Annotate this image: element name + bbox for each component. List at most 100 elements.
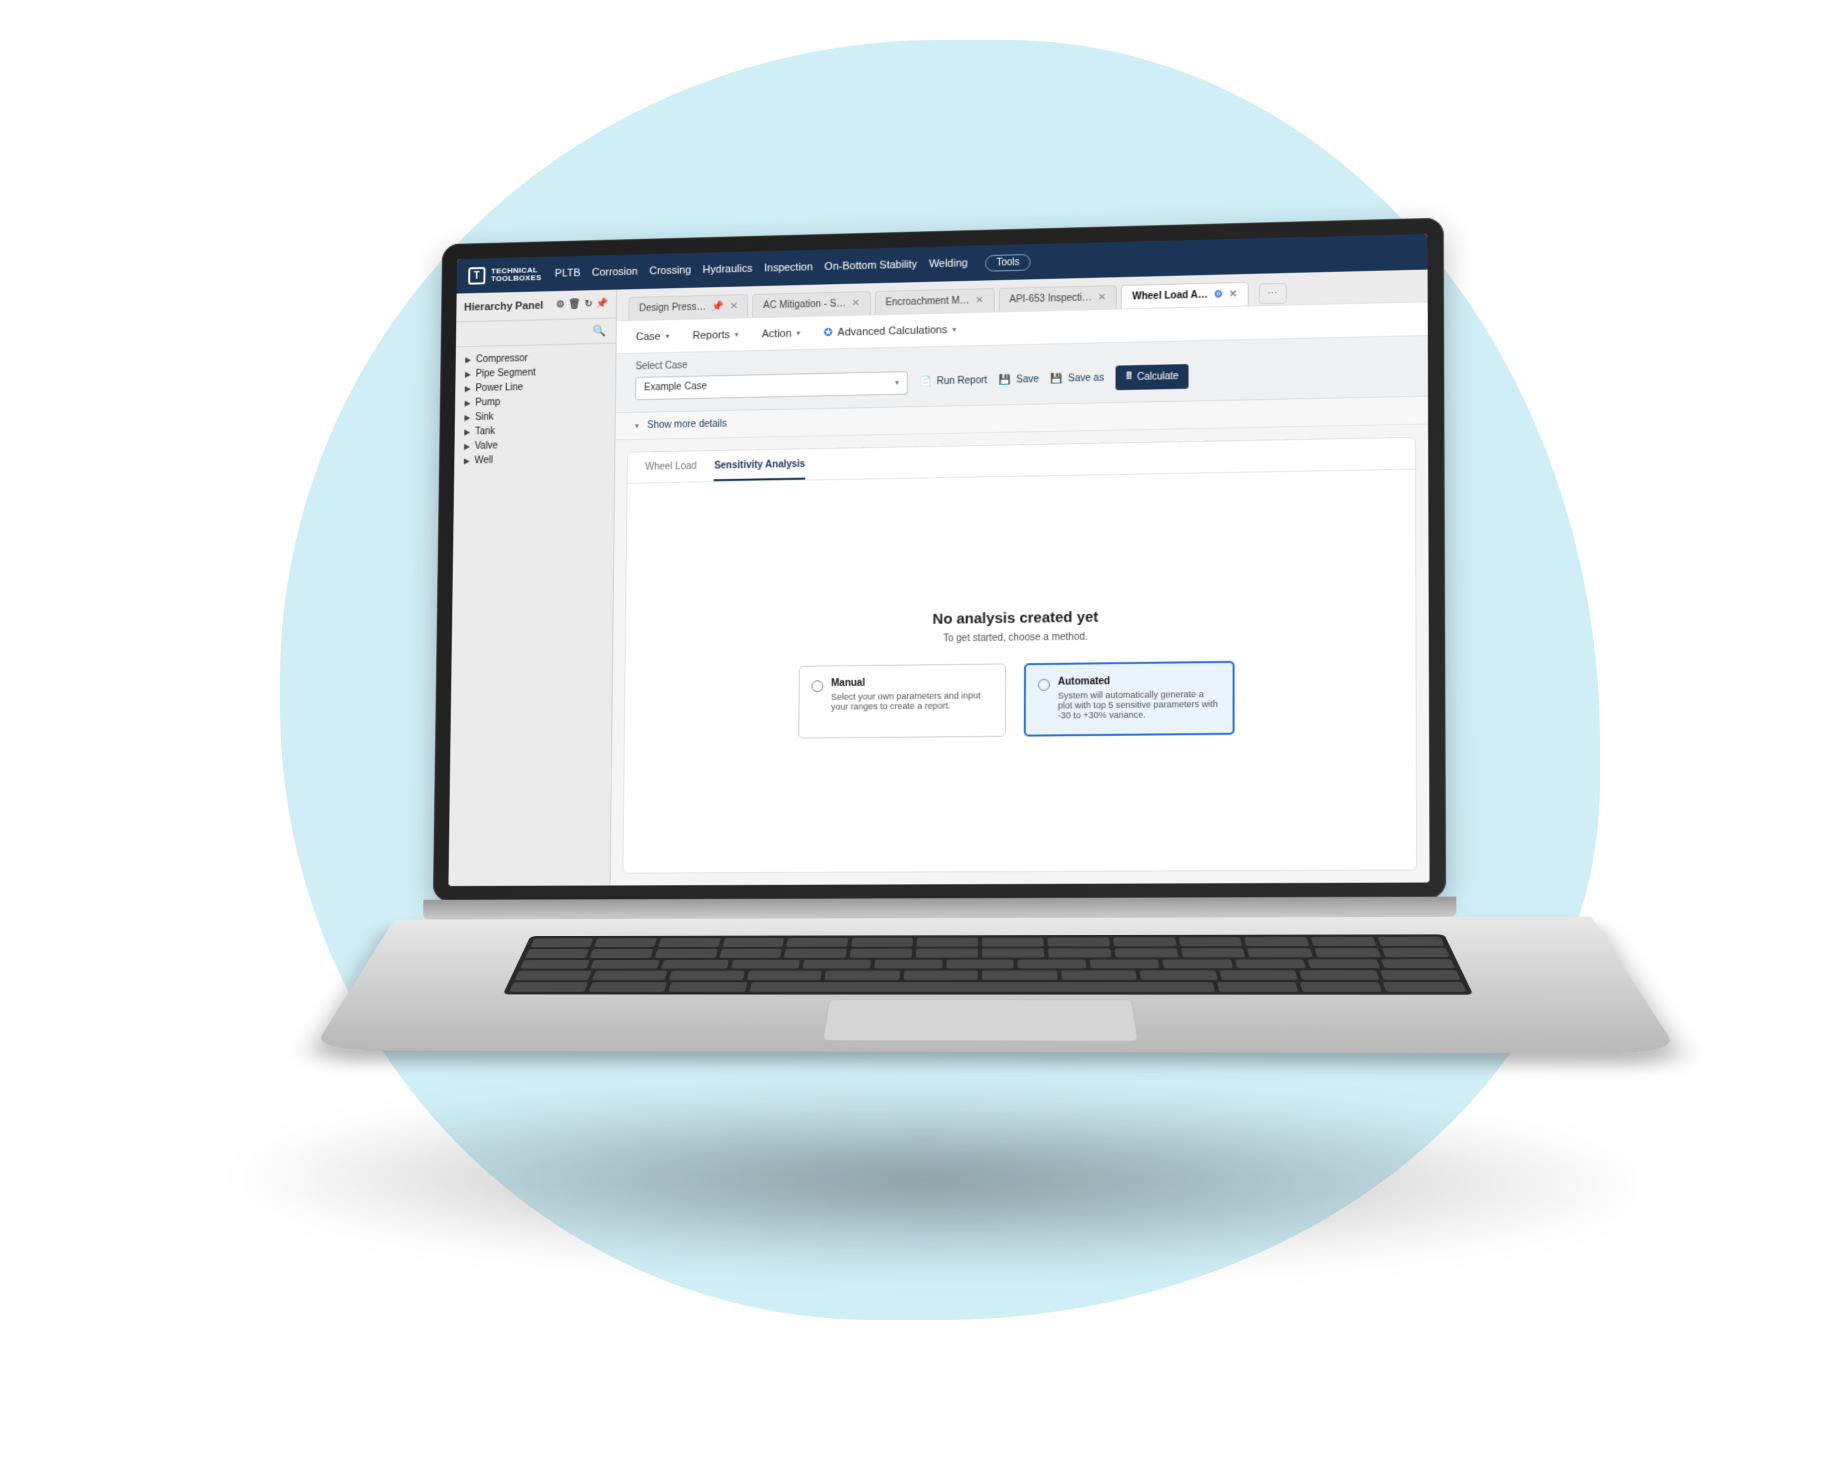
tree-label: Well bbox=[474, 455, 493, 466]
method-title: Manual bbox=[831, 676, 993, 689]
brand-line2: TOOLBOXES bbox=[491, 274, 541, 283]
chevron-down-icon: ▾ bbox=[735, 330, 739, 339]
method-text: Automated System will automatically gene… bbox=[1058, 675, 1221, 720]
tree-label: Compressor bbox=[476, 353, 528, 365]
save-as-button[interactable]: 💾Save as bbox=[1051, 373, 1104, 385]
search-icon[interactable]: 🔍 bbox=[593, 325, 606, 338]
laptop-trackpad bbox=[823, 999, 1139, 1041]
tab-sensitivity-analysis[interactable]: Sensitivity Analysis bbox=[714, 459, 805, 481]
trash-icon[interactable]: 🗑 bbox=[568, 299, 580, 310]
laptop-screen-frame: T TECHNICAL TOOLBOXES PLTB Corrosion Cro… bbox=[433, 218, 1446, 902]
tree-label: Pipe Segment bbox=[476, 368, 536, 380]
caret-right-icon: ▶ bbox=[465, 370, 471, 379]
close-icon[interactable]: ✕ bbox=[730, 301, 738, 312]
menu-reports[interactable]: Reports ▾ bbox=[692, 329, 738, 342]
nav-stability[interactable]: On-Bottom Stability bbox=[824, 259, 917, 273]
chevron-down-icon: ▾ bbox=[895, 378, 899, 387]
radio-icon bbox=[811, 680, 823, 692]
tab-wheel-load-inner[interactable]: Wheel Load bbox=[645, 461, 697, 482]
nav-welding[interactable]: Welding bbox=[929, 258, 968, 271]
method-text: Manual Select your own parameters and in… bbox=[831, 676, 993, 723]
sidebar-title: Hierarchy Panel bbox=[464, 300, 543, 313]
star-icon: ✪ bbox=[824, 326, 833, 339]
caret-right-icon: ▶ bbox=[464, 442, 470, 451]
method-automated-card[interactable]: Automated System will automatically gene… bbox=[1024, 661, 1235, 737]
run-report-button[interactable]: 📄 Run Report bbox=[920, 375, 988, 387]
nav-inspection[interactable]: Inspection bbox=[764, 261, 813, 274]
app-screen: T TECHNICAL TOOLBOXES PLTB Corrosion Cro… bbox=[448, 234, 1429, 886]
calculate-button[interactable]: 🖩 Calculate bbox=[1116, 364, 1189, 390]
method-title: Automated bbox=[1058, 675, 1221, 688]
chevron-down-icon: ▾ bbox=[635, 421, 639, 430]
nav-pltb[interactable]: PLTB bbox=[555, 267, 581, 279]
tab-ac-mitigation[interactable]: AC Mitigation - S… ✕ bbox=[752, 291, 870, 317]
laptop-shadow bbox=[217, 1088, 1666, 1279]
caret-right-icon: ▶ bbox=[465, 399, 471, 408]
app-body: Hierarchy Panel ⚙ 🗑 ↻ 📌 🔍 ▶ Compressor bbox=[448, 270, 1429, 887]
chevron-down-icon: ▾ bbox=[665, 332, 669, 341]
hierarchy-sidebar: Hierarchy Panel ⚙ 🗑 ↻ 📌 🔍 ▶ Compressor bbox=[448, 290, 617, 886]
tab-label: API-653 Inspecti… bbox=[1009, 293, 1092, 306]
menu-label: Case bbox=[636, 331, 661, 343]
primary-nav: PLTB Corrosion Crossing Hydraulics Inspe… bbox=[555, 258, 968, 280]
analysis-panel: Wheel Load Sensitivity Analysis No analy… bbox=[622, 437, 1417, 874]
menu-action[interactable]: Action▾ bbox=[762, 327, 801, 340]
tab-label: Design Press… bbox=[639, 302, 706, 314]
method-manual-card[interactable]: Manual Select your own parameters and in… bbox=[798, 663, 1006, 738]
tree-item-well[interactable]: ▶ Well bbox=[458, 451, 611, 468]
method-choice-row: Manual Select your own parameters and in… bbox=[798, 661, 1234, 739]
calculator-icon: 🖩 bbox=[1126, 369, 1132, 386]
caret-right-icon: ▶ bbox=[465, 356, 471, 365]
main-panel: Design Press…📌✕ AC Mitigation - S… ✕ Encr… bbox=[611, 270, 1430, 886]
tab-encroachment[interactable]: Encroachment M… ✕ bbox=[875, 288, 995, 314]
menu-advanced-calc[interactable]: ✪Advanced Calculations▾ bbox=[824, 323, 957, 339]
toggle-label: Show more details bbox=[647, 419, 727, 431]
gear-icon[interactable]: ⚙ bbox=[556, 300, 565, 311]
case-select-value: Example Case bbox=[644, 381, 707, 393]
laptop-hinge bbox=[423, 897, 1456, 920]
btn-label: Save as bbox=[1068, 373, 1104, 385]
laptop-deck bbox=[312, 917, 1679, 1054]
close-icon[interactable]: ✕ bbox=[1229, 289, 1237, 300]
btn-label: Calculate bbox=[1137, 371, 1179, 383]
menu-label: Reports bbox=[692, 329, 729, 341]
nav-crossing[interactable]: Crossing bbox=[649, 265, 691, 278]
refresh-icon[interactable]: ↻ bbox=[584, 299, 592, 310]
pin-icon[interactable]: 📌 bbox=[596, 298, 608, 309]
btn-label: Run Report bbox=[937, 375, 987, 387]
empty-subtitle: To get started, choose a method. bbox=[943, 632, 1088, 645]
close-icon[interactable]: ✕ bbox=[1098, 292, 1106, 303]
nav-corrosion[interactable]: Corrosion bbox=[592, 266, 638, 279]
caret-right-icon: ▶ bbox=[464, 457, 470, 466]
tree-label: Valve bbox=[475, 441, 498, 452]
tree-label: Tank bbox=[475, 426, 495, 437]
tree-label: Sink bbox=[475, 412, 494, 423]
method-desc: System will automatically generate a plo… bbox=[1058, 689, 1218, 720]
tabs-overflow-button[interactable]: ⋯ bbox=[1258, 282, 1286, 303]
save-button[interactable]: 💾 Save bbox=[999, 374, 1039, 386]
menu-case[interactable]: Case ▾ bbox=[636, 330, 670, 342]
close-icon[interactable]: ✕ bbox=[975, 295, 983, 306]
empty-state: No analysis created yet To get started, … bbox=[623, 470, 1416, 873]
tab-wheel-load[interactable]: Wheel Load A… ⚙ ✕ bbox=[1121, 282, 1248, 309]
hierarchy-tree: ▶Compressor ▶Pipe Segment ▶Power Line ▶P… bbox=[454, 344, 615, 475]
tab-label: AC Mitigation - S… bbox=[763, 299, 846, 312]
case-select[interactable]: Example Case ▾ bbox=[635, 371, 908, 400]
nav-hydraulics[interactable]: Hydraulics bbox=[703, 263, 753, 276]
report-icon: 📄 bbox=[920, 376, 932, 387]
brand-logo: T TECHNICAL TOOLBOXES bbox=[468, 266, 541, 285]
tab-label: Encroachment M… bbox=[885, 296, 969, 309]
tab-api-653[interactable]: API-653 Inspecti… ✕ bbox=[998, 285, 1117, 311]
menu-label: Advanced Calculations bbox=[838, 324, 948, 338]
tab-label: Wheel Load A… bbox=[1132, 290, 1208, 303]
tools-button[interactable]: Tools bbox=[986, 253, 1031, 271]
btn-label: Save bbox=[1016, 374, 1039, 385]
tab-design-press[interactable]: Design Press…📌✕ bbox=[628, 294, 748, 320]
tree-label: Power Line bbox=[475, 382, 523, 394]
laptop-keyboard bbox=[503, 934, 1473, 994]
save-icon: 💾 bbox=[999, 375, 1011, 386]
close-icon[interactable]: ✕ bbox=[852, 298, 860, 309]
settings-icon: ⚙ bbox=[1214, 289, 1223, 300]
caret-right-icon: ▶ bbox=[465, 384, 471, 393]
chevron-down-icon: ▾ bbox=[796, 329, 800, 338]
